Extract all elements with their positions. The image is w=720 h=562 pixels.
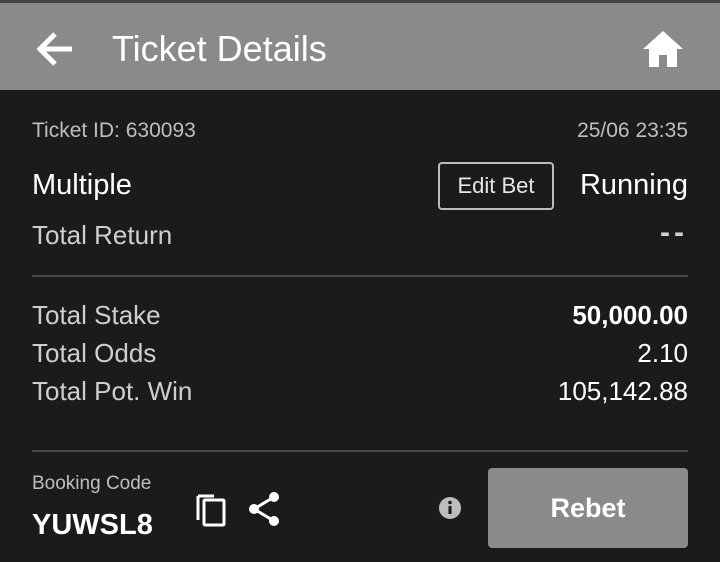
page-title: Ticket Details xyxy=(112,28,327,69)
info-button[interactable] xyxy=(438,496,462,525)
info-icon[interactable] xyxy=(438,496,462,520)
divider xyxy=(32,275,688,277)
bet-type: Multiple xyxy=(32,169,132,201)
total-odds-label: Total Odds xyxy=(32,338,157,368)
home-button[interactable] xyxy=(640,27,686,71)
edit-bet-button[interactable]: Edit Bet xyxy=(438,162,554,210)
copy-icon[interactable] xyxy=(194,490,228,528)
ticket-status: Running xyxy=(579,169,688,201)
total-stake-label: Total Stake xyxy=(32,300,161,330)
share-button[interactable] xyxy=(246,490,282,533)
total-stake-value: 50,000.00 xyxy=(572,300,688,330)
rebet-button[interactable]: Rebet xyxy=(488,468,688,548)
total-pot-win-label: Total Pot. Win xyxy=(32,376,193,406)
home-icon[interactable] xyxy=(640,27,686,71)
back-button[interactable] xyxy=(34,29,78,69)
booking-code: YUWSL8 xyxy=(32,509,153,541)
ticket-datetime: 25/06 23:35 xyxy=(577,119,688,142)
total-return-label: Total Return xyxy=(32,220,173,250)
total-pot-win-value: 105,142.88 xyxy=(557,376,688,406)
arrow-back-icon[interactable] xyxy=(34,29,78,69)
total-odds-value: 2.10 xyxy=(637,338,688,368)
copy-button[interactable] xyxy=(194,490,228,533)
app-header: Ticket Details xyxy=(0,0,720,90)
divider xyxy=(32,450,688,452)
ticket-id: Ticket ID: 630093 xyxy=(32,119,196,142)
share-icon[interactable] xyxy=(246,490,282,528)
total-return-value: -- xyxy=(660,216,688,249)
booking-code-label: Booking Code xyxy=(32,473,152,494)
